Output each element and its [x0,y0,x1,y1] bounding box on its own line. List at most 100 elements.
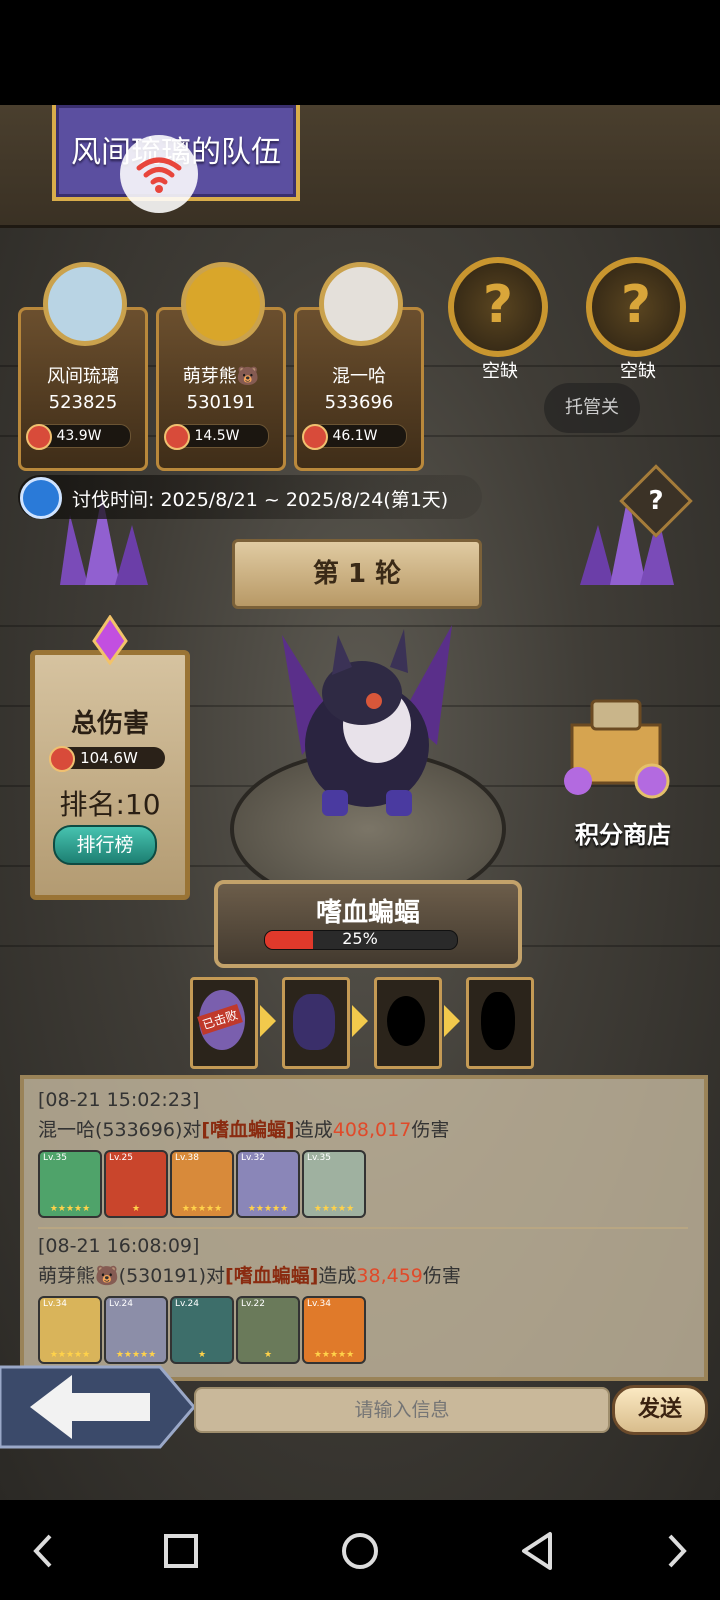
member-avatar [319,262,403,346]
member-name: 混一哈 [332,366,386,387]
power-icon [26,424,52,450]
event-time-bar: 讨伐时间: 2025/8/21 ~ 2025/8/24(第1天) [18,475,482,519]
log-text: 萌芽熊🐻(530191)对[嗜血蝙蝠]造成38,459伤害 [38,1261,688,1288]
game-screen: 风间琉璃的队伍 风间琉璃 523825 43.9W 萌芽熊🐻 530191 [0,105,720,1500]
gem-icon [92,615,128,665]
member-score: 523825 [48,392,118,413]
log-text: 混一哈(533696)对[嗜血蝙蝠]造成408,017伤害 [38,1115,688,1142]
wifi-icon[interactable] [120,135,198,213]
log-boss: [嗜血蝙蝠] [201,1119,295,1141]
hero-stars: ★★★★★ [49,1204,91,1214]
hero-stars: ★★★★★ [115,1350,157,1360]
chevron-left-icon[interactable] [16,1524,70,1578]
clock-icon [20,477,62,519]
chevron-right-icon[interactable] [650,1524,704,1578]
hero-stars: ★★★★★ [313,1204,355,1214]
hero-portrait[interactable]: Lv.34 ★★★★★ [38,1296,102,1364]
hero-portrait[interactable]: Lv.34 ★★★★★ [302,1296,366,1364]
hero-stars: ★ [263,1350,273,1360]
hero-lineup: Lv.34 ★★★★★ Lv.24 ★★★★★ Lv.24 ★ Lv.22 ★ Lv.34 ★★★… [38,1296,688,1366]
hero-portrait[interactable]: Lv.35 ★★★★★ [302,1150,366,1218]
recent-apps-icon[interactable] [154,1524,208,1578]
hero-portrait[interactable]: Lv.32 ★★★★★ [236,1150,300,1218]
party-member-2[interactable]: 萌芽熊🐻 530191 14.5W [156,262,286,471]
arrow-right-icon [260,1005,276,1037]
member-name: 萌芽熊🐻 [182,366,260,387]
hero-lineup: Lv.35 ★★★★★ Lv.25 ★ Lv.38 ★★★★★ Lv.32 ★★★★★ Lv.3… [38,1150,688,1220]
points-shop-label[interactable]: 积分商店 [548,815,698,850]
log-suffix: 伤害 [422,1265,461,1287]
send-button[interactable]: 发送 [612,1385,708,1435]
log-entry: [08-21 15:02:23] 混一哈(533696)对[嗜血蝙蝠]造成408… [38,1089,688,1220]
member-name: 风间琉璃 [47,366,119,387]
hero-stars: ★★★★★ [181,1204,223,1214]
points-shop-button[interactable] [556,695,676,805]
log-boss: [嗜血蝙蝠] [225,1265,319,1287]
member-avatar [43,262,127,346]
hero-portrait[interactable]: Lv.38 ★★★★★ [170,1150,234,1218]
member-avatar [181,262,265,346]
party-member-1[interactable]: 风间琉璃 523825 43.9W [18,262,148,471]
battle-log-panel[interactable]: [08-21 15:02:23] 混一哈(533696)对[嗜血蝙蝠]造成408… [20,1075,708,1381]
damage-number: 104.6W [80,749,138,767]
empty-slot-label: 空缺 [620,361,656,382]
hero-level: Lv.35 [43,1153,67,1163]
member-score: 533696 [324,392,394,413]
home-icon[interactable] [333,1524,387,1578]
log-damage: 408,017 [332,1119,412,1141]
back-triangle-icon[interactable] [512,1524,566,1578]
log-entry: [08-21 16:08:09] 萌芽熊🐻(530191)对[嗜血蝙蝠]造成38… [38,1235,688,1366]
hero-portrait[interactable]: Lv.22 ★ [236,1296,300,1364]
back-button[interactable] [0,1363,196,1451]
hero-portrait[interactable]: Lv.24 ★ [170,1296,234,1364]
boss-hp-text: 25% [342,929,378,948]
total-damage-value: 104.6W [49,746,165,772]
hero-level: Lv.34 [43,1299,67,1309]
boss-stage-1[interactable]: 已击败 [190,977,258,1069]
total-damage-panel: 总伤害 104.6W 排名:10 排行榜 [30,615,190,900]
hero-stars: ★ [131,1204,141,1214]
party-member-3[interactable]: 混一哈 533696 46.1W [294,262,424,471]
arrow-right-icon [444,1005,460,1037]
log-player: 萌芽熊🐻(530191)对 [38,1265,226,1287]
question-icon: ? [482,275,514,335]
empty-slot-2[interactable]: ? [586,257,686,357]
member-score: 530191 [186,392,256,413]
hero-stars: ★★★★★ [49,1350,91,1360]
hero-level: Lv.22 [241,1299,265,1309]
log-divider [38,1227,688,1229]
hero-portrait[interactable]: Lv.35 ★★★★★ [38,1150,102,1218]
question-icon: ? [620,275,652,335]
member-power: 14.5W [164,424,269,450]
total-damage-title: 总伤害 [70,709,149,739]
power-icon [164,424,190,450]
boss-bat-image[interactable] [262,605,472,825]
boss-stage-3-locked[interactable] [374,977,442,1069]
auto-battle-toggle[interactable]: 托管关 [544,383,640,433]
help-icon: ? [648,486,664,516]
power-value: 43.9W [56,428,102,444]
round-label: 第 1 轮 [232,539,482,609]
log-player: 混一哈(533696)对 [38,1119,202,1141]
leaderboard-button[interactable]: 排行榜 [53,825,157,865]
empty-slot-1[interactable]: ? [448,257,548,357]
member-power: 46.1W [302,424,407,450]
hero-portrait[interactable]: Lv.25 ★ [104,1150,168,1218]
hero-level: Lv.24 [175,1299,199,1309]
hero-level: Lv.35 [307,1153,331,1163]
hero-portrait[interactable]: Lv.24 ★★★★★ [104,1296,168,1364]
hero-level: Lv.38 [175,1153,199,1163]
boss-nameplate: 嗜血蝙蝠 25% [214,880,522,968]
hero-level: Lv.25 [109,1153,133,1163]
power-icon [49,746,75,772]
log-time: [08-21 16:08:09] [38,1235,200,1257]
log-mid: 造成 [294,1119,333,1141]
boss-stage-2[interactable] [282,977,350,1069]
power-value: 46.1W [332,428,378,444]
empty-slot-label: 空缺 [482,361,518,382]
chat-message-input[interactable] [194,1387,610,1433]
power-value: 14.5W [194,428,240,444]
rank-label: 排名:10 [59,788,161,821]
boss-stage-4-locked[interactable] [466,977,534,1069]
log-damage: 38,459 [356,1265,423,1287]
